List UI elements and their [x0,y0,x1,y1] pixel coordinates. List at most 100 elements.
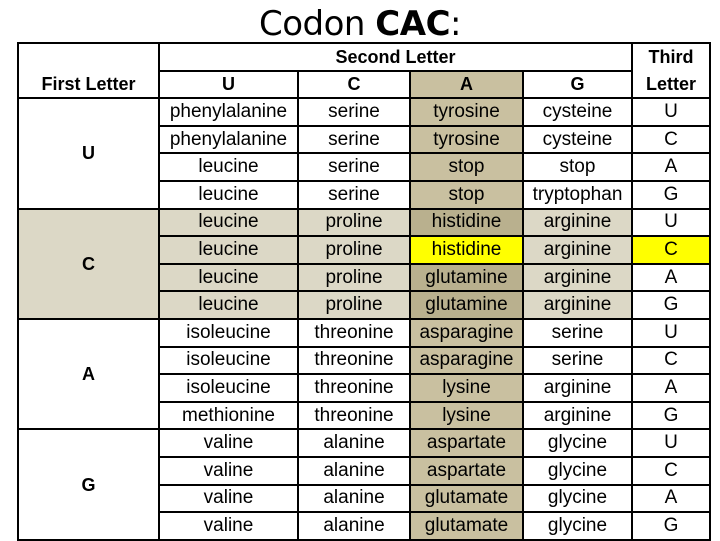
amino-acid-cell: alanine [297,428,411,458]
codon-row: Aisoleucine threonine asparagine serine U [17,317,711,431]
amino-acid-cell: serine [297,152,411,182]
amino-acid-cell: proline [297,235,411,265]
amino-acid-cell: serine [297,179,411,210]
second-letter-a: A [409,69,524,100]
amino-acid-cell: arginine [522,235,633,265]
amino-acid-cell: histidine [409,207,524,238]
third-letter-cell: C [631,455,711,486]
amino-acid-cell: stop [409,179,524,210]
amino-acid-cell: stop [522,152,633,182]
amino-acid-cell: alanine [297,455,411,486]
amino-acid-cell: leucine [158,152,299,182]
amino-acid-cell: serine [297,97,411,127]
amino-acid-cell: valine [158,428,299,458]
third-letter-cell: G [631,290,711,320]
amino-acid-cell: cysteine [522,124,633,155]
amino-acid-cell: serine [297,124,411,155]
title-prefix: Codon [259,4,376,44]
third-letter-cell: C [631,235,711,265]
amino-acid-cell: leucine [158,262,299,293]
amino-acid-cell: asparagine [409,345,524,376]
amino-acid-cell: asparagine [409,317,524,348]
amino-acid-cell: leucine [158,179,299,210]
third-letter-cell: U [631,317,711,348]
amino-acid-cell: threonine [297,400,411,431]
amino-acid-cell: glycine [522,455,633,486]
amino-acid-cell: glycine [522,483,633,514]
codon-row: Gvaline alanine aspartate glycine U [17,428,711,541]
amino-acid-cell: methionine [158,400,299,431]
amino-acid-cell: glutamine [409,262,524,293]
first-letter-c: C [17,207,160,320]
amino-acid-cell: alanine [297,483,411,514]
third-letter-cell: A [631,152,711,182]
third-letter-header-line1: Third [631,42,711,71]
third-letter-cell: C [631,345,711,376]
amino-acid-cell: proline [297,262,411,293]
amino-acid-cell: arginine [522,373,633,403]
amino-acid-cell: lysine [409,373,524,403]
first-letter-header: First Letter [17,70,160,100]
amino-acid-cell: alanine [297,511,411,541]
amino-acid-cell: leucine [158,207,299,238]
title-suffix: : [450,4,461,44]
amino-acid-cell: leucine [158,290,299,320]
amino-acid-cell: arginine [522,207,633,238]
amino-acid-cell: valine [158,483,299,514]
amino-acid-cell: glycine [522,511,633,541]
first-letter-a: A [17,317,160,431]
second-letter-g: G [522,69,633,100]
second-letter-header: Second Letter [158,42,633,72]
third-letter-cell: U [631,97,711,127]
amino-acid-cell: proline [297,290,411,320]
third-letter-cell: A [631,373,711,403]
amino-acid-cell: threonine [297,317,411,348]
amino-acid-cell: arginine [522,262,633,293]
amino-acid-cell: serine [522,317,633,348]
amino-acid-cell: valine [158,511,299,541]
codon-table: Second Letter Third First Letter U C A G… [17,42,711,541]
third-letter-cell: A [631,262,711,293]
amino-acid-cell: isoleucine [158,373,299,403]
amino-acid-cell: threonine [297,373,411,403]
first-letter-g: G [17,428,160,541]
page-title: Codon CAC: [0,4,720,44]
amino-acid-cell: phenylalanine [158,124,299,155]
amino-acid-cell: arginine [522,290,633,320]
amino-acid-cell: stop [409,152,524,182]
third-letter-cell: C [631,124,711,155]
amino-acid-cell: glycine [522,428,633,458]
second-letter-u: U [158,69,299,100]
second-letter-c: C [297,69,411,100]
third-letter-cell: U [631,207,711,238]
amino-acid-cell: proline [297,207,411,238]
amino-acid-cell: arginine [522,400,633,431]
amino-acid-cell: phenylalanine [158,97,299,127]
title-codon: CAC [375,4,451,44]
first-letter-header-top [17,42,160,71]
header-row-2: First Letter U C A G Letter [17,69,711,100]
amino-acid-cell: serine [522,345,633,376]
header-row-1: Second Letter Third [17,42,711,72]
third-letter-cell: A [631,483,711,514]
third-letter-cell: U [631,428,711,458]
amino-acid-cell: glutamate [409,511,524,541]
amino-acid-cell: isoleucine [158,345,299,376]
amino-acid-cell: tyrosine [409,124,524,155]
first-letter-u: U [17,97,160,210]
amino-acid-cell: threonine [297,345,411,376]
amino-acid-cell: cysteine [522,97,633,127]
codon-row: Uphenylalanine serine tyrosine cysteine U [17,97,711,210]
amino-acid-cell: glutamine [409,290,524,320]
third-letter-header-line2: Letter [631,70,711,100]
third-letter-cell: G [631,400,711,431]
amino-acid-cell: aspartate [409,428,524,458]
amino-acid-cell: isoleucine [158,317,299,348]
amino-acid-cell: glutamate [409,483,524,514]
amino-acid-cell: aspartate [409,455,524,486]
amino-acid-cell: leucine [158,235,299,265]
amino-acid-cell: tyrosine [409,97,524,127]
third-letter-cell: G [631,179,711,210]
codon-row: Cleucine proline histidine arginine U [17,207,711,320]
third-letter-cell: G [631,511,711,541]
